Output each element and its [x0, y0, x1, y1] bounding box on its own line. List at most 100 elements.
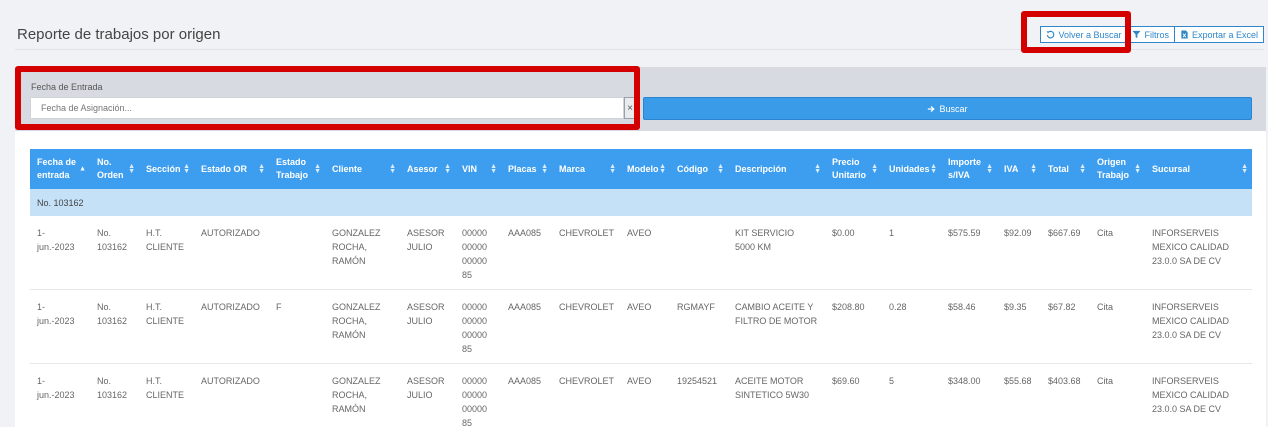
filter-icon — [1132, 30, 1142, 39]
column-header-estado-trabajo[interactable]: Estado Trabajo ▲ ▼ — [269, 149, 325, 189]
back-to-search-button[interactable]: Volver a Buscar — [1040, 26, 1128, 43]
filters-label: Filtros — [1144, 29, 1169, 40]
column-header-seccion[interactable]: Sección ▲ ▼ — [139, 149, 194, 189]
table-cell: 00000 00000 00000 85 — [455, 216, 501, 290]
rotate-left-icon — [1047, 30, 1055, 39]
column-header-fecha-entrada[interactable]: Fecha de entrada ▲ — [30, 149, 90, 189]
sort-icon: ▲ ▼ — [258, 163, 265, 175]
column-header-descripcion[interactable]: Descripción ▲ ▼ — [728, 149, 825, 189]
table-cell: ASESOR JULIO — [400, 363, 455, 427]
search-button[interactable]: Buscar — [643, 97, 1252, 120]
assignment-date-input[interactable] — [30, 97, 624, 119]
table-cell: CHEVROLET — [552, 363, 620, 427]
table-cell: Cita — [1090, 216, 1145, 290]
table-cell: CAMBIO ACEITE Y FILTRO DE MOTOR — [728, 289, 825, 364]
table-cell: F — [269, 289, 325, 364]
table-cell: 1- jun.-2023 — [30, 289, 90, 364]
column-header-label: Estado OR — [201, 163, 248, 174]
sort-icon: ▲ ▼ — [314, 163, 321, 175]
table-cell: RGMAYF — [670, 289, 728, 364]
table-cell: 0.28 — [882, 289, 941, 364]
column-header-label: IVA — [1004, 163, 1019, 174]
column-header-label: Placas — [508, 163, 537, 174]
column-header-label: Fecha de entrada — [37, 157, 77, 180]
table-cell: H.T. CLIENTE — [139, 216, 194, 290]
table-cell: ACEITE MOTOR SINTETICO 5W30 — [728, 363, 825, 427]
column-header-label: Código — [677, 163, 708, 174]
table-cell: $0.00 — [825, 216, 882, 290]
column-header-origen-trabajo[interactable]: Origen Trabajo ▲ ▼ — [1090, 149, 1145, 189]
sort-icon: ▲ ▼ — [183, 163, 190, 175]
table-cell: H.T. CLIENTE — [139, 363, 194, 427]
sort-icon: ▲ ▼ — [128, 163, 135, 175]
table-row[interactable]: 1- jun.-2023 No. 103162 H.T. CLIENTE AUTORI… — [30, 289, 1252, 364]
filters-button[interactable]: Filtros — [1127, 26, 1175, 43]
column-header-label: Asesor — [407, 163, 438, 174]
table-cell: AVEO — [620, 363, 670, 427]
table-cell: INFORSERVEIS MEXICO CALIDAD 23.0.0 SA DE… — [1145, 363, 1252, 427]
sort-icon: ▲ ▼ — [1030, 163, 1037, 175]
table-cell: INFORSERVEIS MEXICO CALIDAD 23.0.0 SA DE… — [1145, 216, 1252, 290]
column-header-label: Cliente — [332, 163, 363, 174]
table-cell: $575.59 — [941, 216, 997, 290]
export-excel-label: Exportar a Excel — [1191, 29, 1258, 40]
column-header-sucursal[interactable]: Sucursal ▲ ▼ — [1145, 149, 1252, 189]
export-excel-button[interactable]: Exportar a Excel — [1174, 26, 1264, 43]
column-header-asesor[interactable]: Asesor ▲ ▼ — [400, 149, 455, 189]
table-cell: 19254521 — [670, 363, 728, 427]
column-header-importe-sin-iva[interactable]: Importe s/IVA ▲ ▼ — [941, 149, 997, 189]
sort-icon: ▲ ▼ — [1134, 163, 1141, 175]
column-header-codigo[interactable]: Código ▲ ▼ — [670, 149, 728, 189]
table-cell: KIT SERVICIO 5000 KM — [728, 216, 825, 290]
table-cell: CHEVROLET — [552, 289, 620, 364]
column-header-label: Importe s/IVA — [948, 157, 982, 180]
sort-icon: ▲ ▼ — [1079, 163, 1086, 175]
table-cell: GONZALEZ ROCHA, RAMÓN — [325, 289, 400, 364]
table-cell: $348.00 — [941, 363, 997, 427]
table-cell: INFORSERVEIS MEXICO CALIDAD 23.0.0 SA DE… — [1145, 289, 1252, 364]
table-cell: GONZALEZ ROCHA, RAMÓN — [325, 216, 400, 290]
column-header-label: Descripción — [735, 163, 787, 174]
sort-icon: ▲ ▼ — [389, 163, 396, 175]
column-header-placas[interactable]: Placas ▲ ▼ — [501, 149, 552, 189]
column-header-label: Estado Trabajo — [276, 157, 309, 180]
file-excel-icon — [1181, 30, 1188, 39]
column-header-vin[interactable]: VIN ▲ ▼ — [455, 149, 501, 189]
group-label: No. 103162 — [30, 189, 1252, 216]
column-header-marca[interactable]: Marca ▲ ▼ — [552, 149, 620, 189]
table-cell: AVEO — [620, 289, 670, 364]
table-cell: AUTORIZADO — [194, 363, 269, 427]
table-row[interactable]: 1- jun.-2023 No. 103162 H.T. CLIENTE AUTORI… — [30, 216, 1252, 290]
column-header-label: Marca — [559, 163, 586, 174]
table-cell — [670, 216, 728, 290]
table-cell: GONZALEZ ROCHA, RAMÓN — [325, 363, 400, 427]
table-cell: $9.35 — [997, 289, 1041, 364]
clear-date-button[interactable]: × — [624, 97, 636, 119]
column-header-no-orden[interactable]: No. Orden ▲ ▼ — [90, 149, 139, 189]
table-cell: $67.82 — [1041, 289, 1090, 364]
table-cell: H.T. CLIENTE — [139, 289, 194, 364]
column-header-estado-or[interactable]: Estado OR ▲ ▼ — [194, 149, 269, 189]
column-header-modelo[interactable]: Modelo ▲ ▼ — [620, 149, 670, 189]
table-cell: Cita — [1090, 289, 1145, 364]
sort-icon: ▲ ▼ — [1241, 163, 1248, 175]
table-cell: 1- jun.-2023 — [30, 216, 90, 290]
table-cell: No. 103162 — [90, 289, 139, 364]
table-cell: AAA085 — [501, 363, 552, 427]
table-cell: AUTORIZADO — [194, 216, 269, 290]
results-table: Fecha de entrada ▲ No. Orden ▲ ▼ Sección ▲ ▼ … — [30, 149, 1252, 427]
table-cell: 1 — [882, 216, 941, 290]
column-header-iva[interactable]: IVA ▲ ▼ — [997, 149, 1041, 189]
column-header-label: Unidades — [889, 163, 930, 174]
table-cell: 00000 00000 00000 85 — [455, 363, 501, 427]
column-header-cliente[interactable]: Cliente ▲ ▼ — [325, 149, 400, 189]
column-header-precio-unitario[interactable]: Precio Unitario ▲ ▼ — [825, 149, 882, 189]
table-cell: AUTORIZADO — [194, 289, 269, 364]
column-header-label: Origen Trabajo — [1097, 157, 1130, 180]
table-cell: $58.46 — [941, 289, 997, 364]
column-header-unidades[interactable]: Unidades ▲ ▼ — [882, 149, 941, 189]
search-button-label: Buscar — [939, 103, 968, 114]
column-header-total[interactable]: Total ▲ ▼ — [1041, 149, 1090, 189]
column-header-label: Total — [1048, 163, 1069, 174]
table-row[interactable]: 1- jun.-2023 No. 103162 H.T. CLIENTE AUTORI… — [30, 363, 1252, 427]
